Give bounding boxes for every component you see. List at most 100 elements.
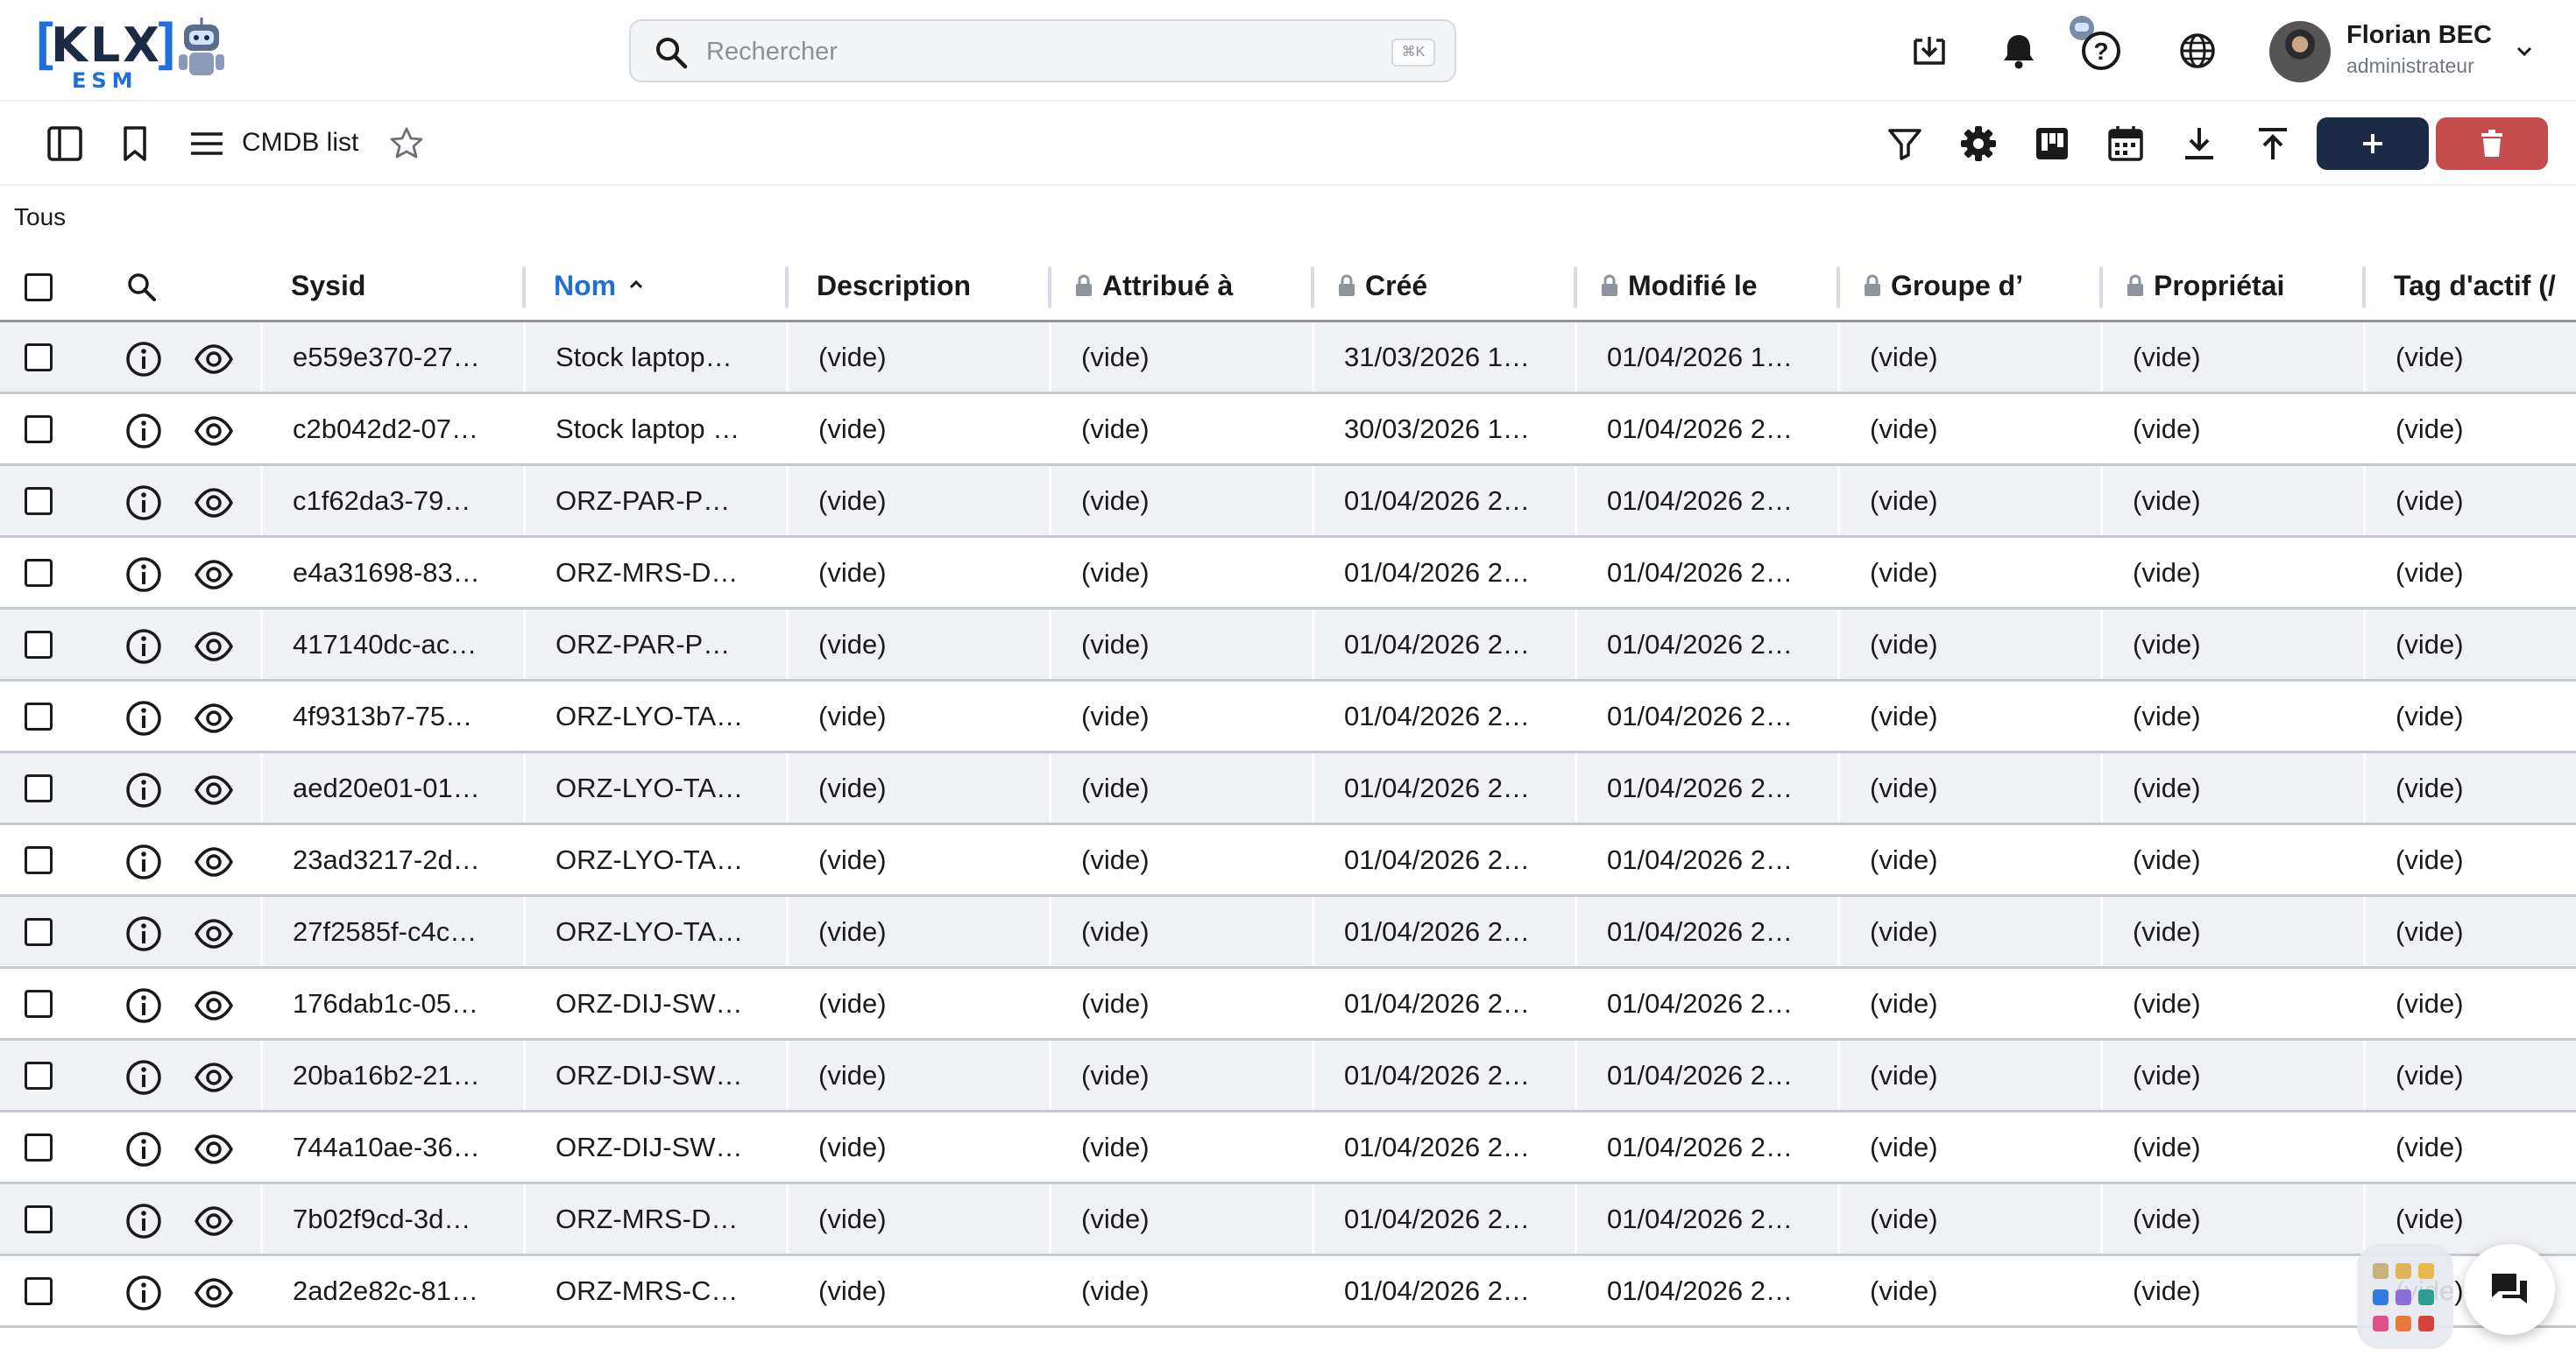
cell-cree[interactable]: 01/04/2026 2… — [1314, 897, 1577, 966]
cell-modifie[interactable]: 01/04/2026 2… — [1577, 753, 1840, 823]
cell-tag[interactable]: (vide) — [2366, 825, 2576, 894]
cell-attribue[interactable]: (vide) — [1051, 1256, 1314, 1325]
bookmark-icon[interactable] — [112, 121, 158, 166]
table-row[interactable]: aed20e01-01… ORZ-LYO-TA… (vide) (vide) 01/04… — [0, 753, 2576, 825]
column-header-attribue[interactable]: Attribué à — [1051, 251, 1314, 322]
cell-groupe[interactable]: (vide) — [1840, 466, 2103, 535]
help-icon[interactable]: ? — [2059, 9, 2126, 75]
cell-proprietaire[interactable]: (vide) — [2103, 394, 2366, 463]
table-row[interactable]: 20ba16b2-21… ORZ-DIJ-SW… (vide) (vide) 01/04… — [0, 1041, 2576, 1112]
row-checkbox[interactable] — [25, 487, 53, 515]
table-row[interactable]: 23ad3217-2d… ORZ-LYO-TA… (vide) (vide) 01/04… — [0, 825, 2576, 897]
cell-nom[interactable]: ORZ-LYO-TA… — [526, 682, 789, 751]
cell-attribue[interactable]: (vide) — [1051, 610, 1314, 679]
cell-proprietaire[interactable]: (vide) — [2103, 1256, 2366, 1325]
cell-cree[interactable]: 01/04/2026 2… — [1314, 1256, 1577, 1325]
apps-launcher[interactable] — [2357, 1244, 2453, 1349]
cell-proprietaire[interactable]: (vide) — [2103, 322, 2366, 392]
cell-attribue[interactable]: (vide) — [1051, 969, 1314, 1038]
info-icon[interactable] — [124, 484, 163, 522]
eye-icon[interactable] — [195, 771, 233, 809]
cell-modifie[interactable]: 01/04/2026 2… — [1577, 1256, 1840, 1325]
info-icon[interactable] — [124, 1058, 163, 1097]
cell-attribue[interactable]: (vide) — [1051, 322, 1314, 392]
cell-nom[interactable]: ORZ-PAR-P… — [526, 466, 789, 535]
eye-icon[interactable] — [195, 1058, 233, 1097]
info-icon[interactable] — [124, 1202, 163, 1240]
cell-sysid[interactable]: e559e370-27… — [263, 322, 526, 392]
cell-sysid[interactable]: c1f62da3-79… — [263, 466, 526, 535]
cell-cree[interactable]: 01/04/2026 2… — [1314, 1184, 1577, 1254]
cell-proprietaire[interactable]: (vide) — [2103, 1041, 2366, 1110]
menu-icon[interactable] — [184, 121, 230, 166]
column-header-modifie[interactable]: Modifié le — [1577, 251, 1840, 322]
cell-modifie[interactable]: 01/04/2026 2… — [1577, 1112, 1840, 1182]
row-checkbox[interactable] — [25, 1277, 53, 1305]
column-header-proprietaire[interactable]: Propriétai — [2103, 251, 2366, 322]
cell-nom[interactable]: Stock laptop … — [526, 394, 789, 463]
cell-proprietaire[interactable]: (vide) — [2103, 753, 2366, 823]
eye-icon[interactable] — [195, 986, 233, 1025]
cell-modifie[interactable]: 01/04/2026 2… — [1577, 897, 1840, 966]
cell-description[interactable]: (vide) — [789, 322, 1051, 392]
cell-tag[interactable]: (vide) — [2366, 610, 2576, 679]
cell-proprietaire[interactable]: (vide) — [2103, 897, 2366, 966]
cell-nom[interactable]: ORZ-LYO-TA… — [526, 825, 789, 894]
cell-groupe[interactable]: (vide) — [1840, 538, 2103, 607]
cell-modifie[interactable]: 01/04/2026 2… — [1577, 466, 1840, 535]
row-checkbox[interactable] — [25, 774, 53, 802]
eye-icon[interactable] — [195, 555, 233, 594]
cell-nom[interactable]: ORZ-LYO-TA… — [526, 897, 789, 966]
cell-attribue[interactable]: (vide) — [1051, 753, 1314, 823]
cell-tag[interactable]: (vide) — [2366, 969, 2576, 1038]
cell-modifie[interactable]: 01/04/2026 1… — [1577, 322, 1840, 392]
cell-groupe[interactable]: (vide) — [1840, 394, 2103, 463]
info-icon[interactable] — [124, 843, 163, 881]
cell-modifie[interactable]: 01/04/2026 2… — [1577, 825, 1840, 894]
cell-modifie[interactable]: 01/04/2026 2… — [1577, 538, 1840, 607]
kanban-icon[interactable] — [2029, 121, 2075, 166]
eye-icon[interactable] — [195, 340, 233, 378]
cell-nom[interactable]: ORZ-DIJ-SW… — [526, 1041, 789, 1110]
column-header-sysid[interactable]: Sysid — [263, 251, 526, 322]
cell-cree[interactable]: 30/03/2026 1… — [1314, 394, 1577, 463]
cell-groupe[interactable]: (vide) — [1840, 753, 2103, 823]
cell-modifie[interactable]: 01/04/2026 2… — [1577, 610, 1840, 679]
cell-proprietaire[interactable]: (vide) — [2103, 682, 2366, 751]
cell-attribue[interactable]: (vide) — [1051, 1184, 1314, 1254]
cell-proprietaire[interactable]: (vide) — [2103, 538, 2366, 607]
cell-description[interactable]: (vide) — [789, 1112, 1051, 1182]
row-checkbox[interactable] — [25, 343, 53, 371]
row-checkbox[interactable] — [25, 1062, 53, 1090]
cell-groupe[interactable]: (vide) — [1840, 1256, 2103, 1325]
cell-description[interactable]: (vide) — [789, 1041, 1051, 1110]
cell-tag[interactable]: (vide) — [2366, 394, 2576, 463]
cell-cree[interactable]: 01/04/2026 2… — [1314, 538, 1577, 607]
row-checkbox[interactable] — [25, 703, 53, 731]
cell-attribue[interactable]: (vide) — [1051, 466, 1314, 535]
sidebar-toggle-icon[interactable] — [42, 121, 88, 166]
cell-groupe[interactable]: (vide) — [1840, 969, 2103, 1038]
eye-icon[interactable] — [195, 1202, 233, 1240]
cell-nom[interactable]: ORZ-MRS-D… — [526, 1184, 789, 1254]
eye-icon[interactable] — [195, 1130, 233, 1169]
table-row[interactable]: 2ad2e82c-81… ORZ-MRS-C… (vide) (vide) 01/04/… — [0, 1256, 2576, 1328]
eye-icon[interactable] — [195, 699, 233, 738]
cell-groupe[interactable]: (vide) — [1840, 682, 2103, 751]
cell-tag[interactable]: (vide) — [2366, 682, 2576, 751]
column-header-description[interactable]: Description — [789, 251, 1051, 322]
eye-icon[interactable] — [195, 1274, 233, 1312]
cell-modifie[interactable]: 01/04/2026 2… — [1577, 682, 1840, 751]
cell-cree[interactable]: 01/04/2026 2… — [1314, 682, 1577, 751]
cell-tag[interactable]: (vide) — [2366, 1112, 2576, 1182]
cell-tag[interactable]: (vide) — [2366, 1041, 2576, 1110]
table-row[interactable]: 4f9313b7-75… ORZ-LYO-TA… (vide) (vide) 01/04… — [0, 682, 2576, 753]
add-record-button[interactable] — [2317, 117, 2429, 170]
cell-tag[interactable]: (vide) — [2366, 538, 2576, 607]
column-header-cree[interactable]: Créé — [1314, 251, 1577, 322]
cell-cree[interactable]: 01/04/2026 2… — [1314, 466, 1577, 535]
cell-tag[interactable]: (vide) — [2366, 897, 2576, 966]
info-icon[interactable] — [124, 915, 163, 953]
table-row[interactable]: 744a10ae-36… ORZ-DIJ-SW… (vide) (vide) 01/04… — [0, 1112, 2576, 1184]
cell-nom[interactable]: Stock laptop… — [526, 322, 789, 392]
